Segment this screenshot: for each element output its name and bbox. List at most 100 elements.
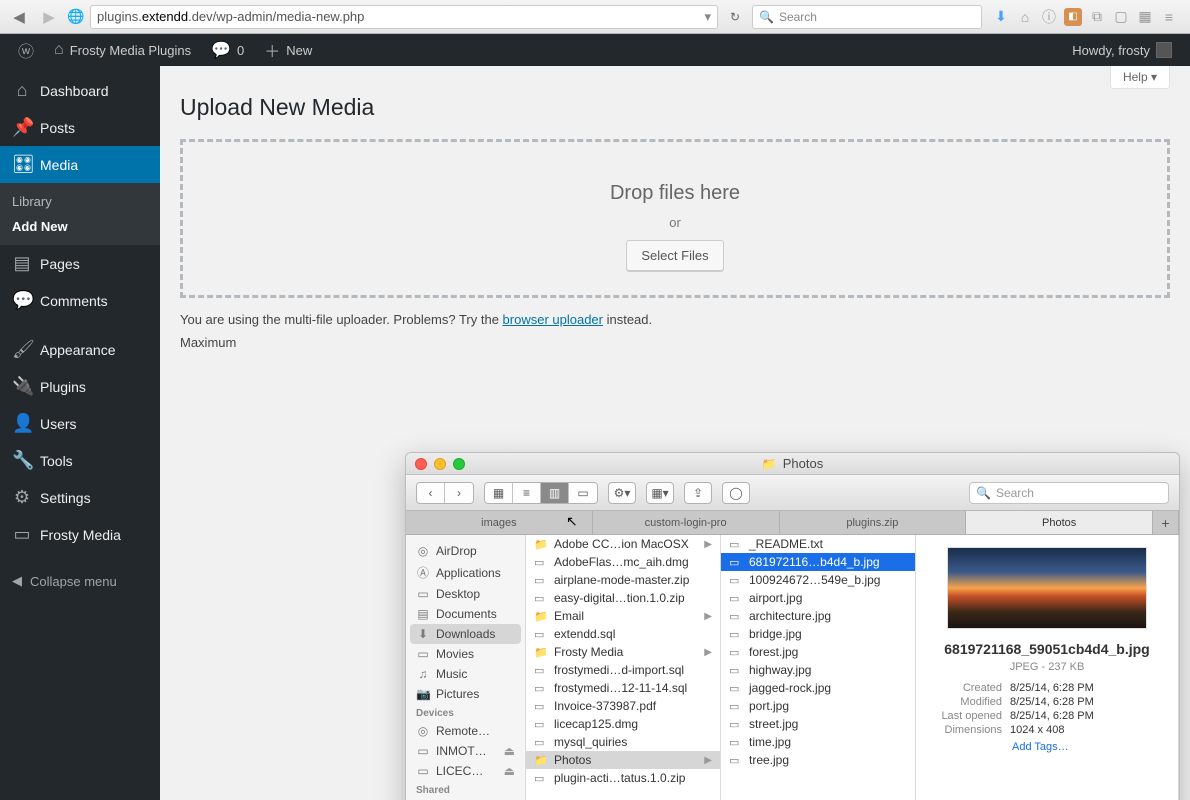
drop-zone[interactable]: Drop files here or Select Files: [180, 139, 1170, 298]
finder-item[interactable]: ▭airplane-mode-master.zip: [526, 571, 720, 589]
finder-item[interactable]: ▭easy-digital…tion.1.0.zip: [526, 589, 720, 607]
finder-item[interactable]: ▭airport.jpg: [721, 589, 915, 607]
sidebar-item-frosty-media[interactable]: ▭Frosty Media: [0, 516, 160, 553]
view-list-button[interactable]: ≡: [513, 483, 541, 503]
nav-fwd-button[interactable]: ›: [445, 483, 473, 503]
browser-uploader-link[interactable]: browser uploader: [503, 312, 603, 327]
finder-device[interactable]: ◎Remote…: [406, 721, 525, 741]
help-tab[interactable]: Help ▾: [1110, 66, 1170, 89]
finder-side-pictures[interactable]: 📷Pictures: [406, 684, 525, 704]
finder-side-documents[interactable]: ▤Documents: [406, 604, 525, 624]
add-tags-link[interactable]: Add Tags…: [926, 737, 1168, 753]
finder-side-applications[interactable]: ⒶApplications: [406, 561, 525, 584]
finder-tab[interactable]: images: [406, 511, 593, 534]
sidebar-item-media[interactable]: 🎛Media: [0, 146, 160, 183]
url-bar[interactable]: plugins.extendd.dev/wp-admin/media-new.p…: [90, 5, 718, 29]
finder-item[interactable]: ▭extendd.sql: [526, 625, 720, 643]
downloads-icon[interactable]: ⬇: [992, 8, 1010, 26]
finder-item[interactable]: ▭tree.jpg: [721, 751, 915, 769]
sidebar-item-users[interactable]: 👤Users: [0, 405, 160, 442]
minimize-window-icon[interactable]: [434, 458, 446, 470]
finder-item[interactable]: ▭681972116…b4d4_b.jpg: [721, 553, 915, 571]
back-button[interactable]: ◀: [6, 5, 32, 29]
finder-item[interactable]: ▭frostymedi…d-import.sql: [526, 661, 720, 679]
finder-item[interactable]: 📁Frosty Media▶: [526, 643, 720, 661]
eject-icon[interactable]: ⏏: [504, 744, 515, 758]
finder-item[interactable]: ▭highway.jpg: [721, 661, 915, 679]
finder-item[interactable]: ▭architecture.jpg: [721, 607, 915, 625]
finder-tab[interactable]: custom-login-pro: [593, 511, 780, 534]
share-button[interactable]: ⇪: [684, 482, 712, 504]
site-link[interactable]: ⌂Frosty Media Plugins: [44, 34, 201, 66]
reload-button[interactable]: ↻: [722, 10, 748, 24]
account-link[interactable]: Howdy, frosty: [1062, 34, 1182, 66]
site-identity-icon[interactable]: 🌐: [66, 8, 86, 25]
action-button[interactable]: ▦▾: [646, 482, 674, 504]
wp-logo[interactable]: ⓦ: [8, 34, 44, 66]
eject-icon[interactable]: ⏏: [504, 764, 515, 778]
grid-icon[interactable]: ▦: [1136, 8, 1154, 26]
new-link[interactable]: ＋New: [254, 34, 322, 66]
finder-tab[interactable]: plugins.zip: [780, 511, 967, 534]
sidebar-item-comments[interactable]: 💬Comments: [0, 282, 160, 319]
finder-item[interactable]: 📁Email▶: [526, 607, 720, 625]
finder-item[interactable]: ▭_README.txt: [721, 535, 915, 553]
finder-item[interactable]: ▭bridge.jpg: [721, 625, 915, 643]
finder-side-music[interactable]: ♫Music: [406, 664, 525, 684]
view-gallery-button[interactable]: ▭: [569, 483, 597, 503]
ext-icon[interactable]: ◧: [1064, 8, 1082, 26]
view-icons-button[interactable]: ▦: [485, 483, 513, 503]
finder-item[interactable]: 📁Photos▶: [526, 751, 720, 769]
sidebar-item-settings[interactable]: ⚙Settings: [0, 479, 160, 516]
select-files-button[interactable]: Select Files: [626, 240, 723, 271]
sidebar-item-plugins[interactable]: 🔌Plugins: [0, 368, 160, 405]
arrange-button[interactable]: ⚙▾: [608, 482, 636, 504]
finder-search[interactable]: 🔍Search: [969, 482, 1169, 504]
sidebar-item-appearance[interactable]: 🖌Appearance: [0, 331, 160, 368]
finder-side-desktop[interactable]: ▭Desktop: [406, 584, 525, 604]
sidebar-item-tools[interactable]: 🔧Tools: [0, 442, 160, 479]
zoom-window-icon[interactable]: [453, 458, 465, 470]
menu-icon[interactable]: ≡: [1160, 8, 1178, 26]
finder-side-movies[interactable]: ▭Movies: [406, 644, 525, 664]
finder-toolbar: ‹ › ▦ ≡ ▥ ▭ ⚙▾ ▦▾ ⇪ ◯ 🔍Search: [406, 475, 1179, 511]
finder-device[interactable]: ▭LICEC…⏏: [406, 761, 525, 781]
drop-text: Drop files here: [183, 182, 1167, 205]
finder-item[interactable]: 📁Adobe CC…ion MacOSX▶: [526, 535, 720, 553]
finder-item[interactable]: ▭plugin-acti…tatus.1.0.zip: [526, 769, 720, 787]
finder-tab[interactable]: Photos: [966, 511, 1153, 534]
bookmark-icon[interactable]: ▢: [1112, 8, 1130, 26]
crop-icon[interactable]: ⧉: [1088, 8, 1106, 26]
finder-side-downloads[interactable]: ⬇Downloads: [410, 624, 521, 644]
finder-item[interactable]: ▭100924672…549e_b.jpg: [721, 571, 915, 589]
sidebar-sub-library[interactable]: Library: [0, 189, 160, 214]
finder-item[interactable]: ▭forest.jpg: [721, 643, 915, 661]
sidebar-item-pages[interactable]: ▤Pages: [0, 245, 160, 282]
finder-device[interactable]: ▭INMOT…⏏: [406, 741, 525, 761]
browser-search[interactable]: 🔍 Search: [752, 5, 982, 29]
finder-titlebar[interactable]: 📁Photos: [406, 453, 1179, 475]
finder-item[interactable]: ▭street.jpg: [721, 715, 915, 733]
finder-item[interactable]: ▭time.jpg: [721, 733, 915, 751]
finder-item[interactable]: ▭Invoice-373987.pdf: [526, 697, 720, 715]
home-icon[interactable]: ⌂: [1016, 8, 1034, 26]
info-icon[interactable]: ⓘ: [1040, 8, 1058, 26]
tags-button[interactable]: ◯: [722, 482, 750, 504]
sidebar-item-posts[interactable]: 📌Posts: [0, 109, 160, 146]
nav-back-button[interactable]: ‹: [417, 483, 445, 503]
forward-button[interactable]: ▶: [36, 5, 62, 29]
close-window-icon[interactable]: [415, 458, 427, 470]
new-tab-button[interactable]: +: [1153, 511, 1179, 534]
finder-item[interactable]: ▭port.jpg: [721, 697, 915, 715]
sidebar-item-dashboard[interactable]: ⌂Dashboard: [0, 72, 160, 109]
finder-item[interactable]: ▭licecap125.dmg: [526, 715, 720, 733]
finder-item[interactable]: ▭jagged-rock.jpg: [721, 679, 915, 697]
finder-item[interactable]: ▭frostymedi…12-11-14.sql: [526, 679, 720, 697]
comments-link[interactable]: 💬0: [201, 34, 254, 66]
finder-item[interactable]: ▭mysql_quiries: [526, 733, 720, 751]
finder-item[interactable]: ▭AdobeFlas…mc_aih.dmg: [526, 553, 720, 571]
sidebar-sub-add-new[interactable]: Add New: [0, 214, 160, 239]
view-columns-button[interactable]: ▥: [541, 483, 569, 503]
collapse-menu[interactable]: ◀Collapse menu: [0, 565, 160, 597]
finder-side-airdrop[interactable]: ◎AirDrop: [406, 541, 525, 561]
